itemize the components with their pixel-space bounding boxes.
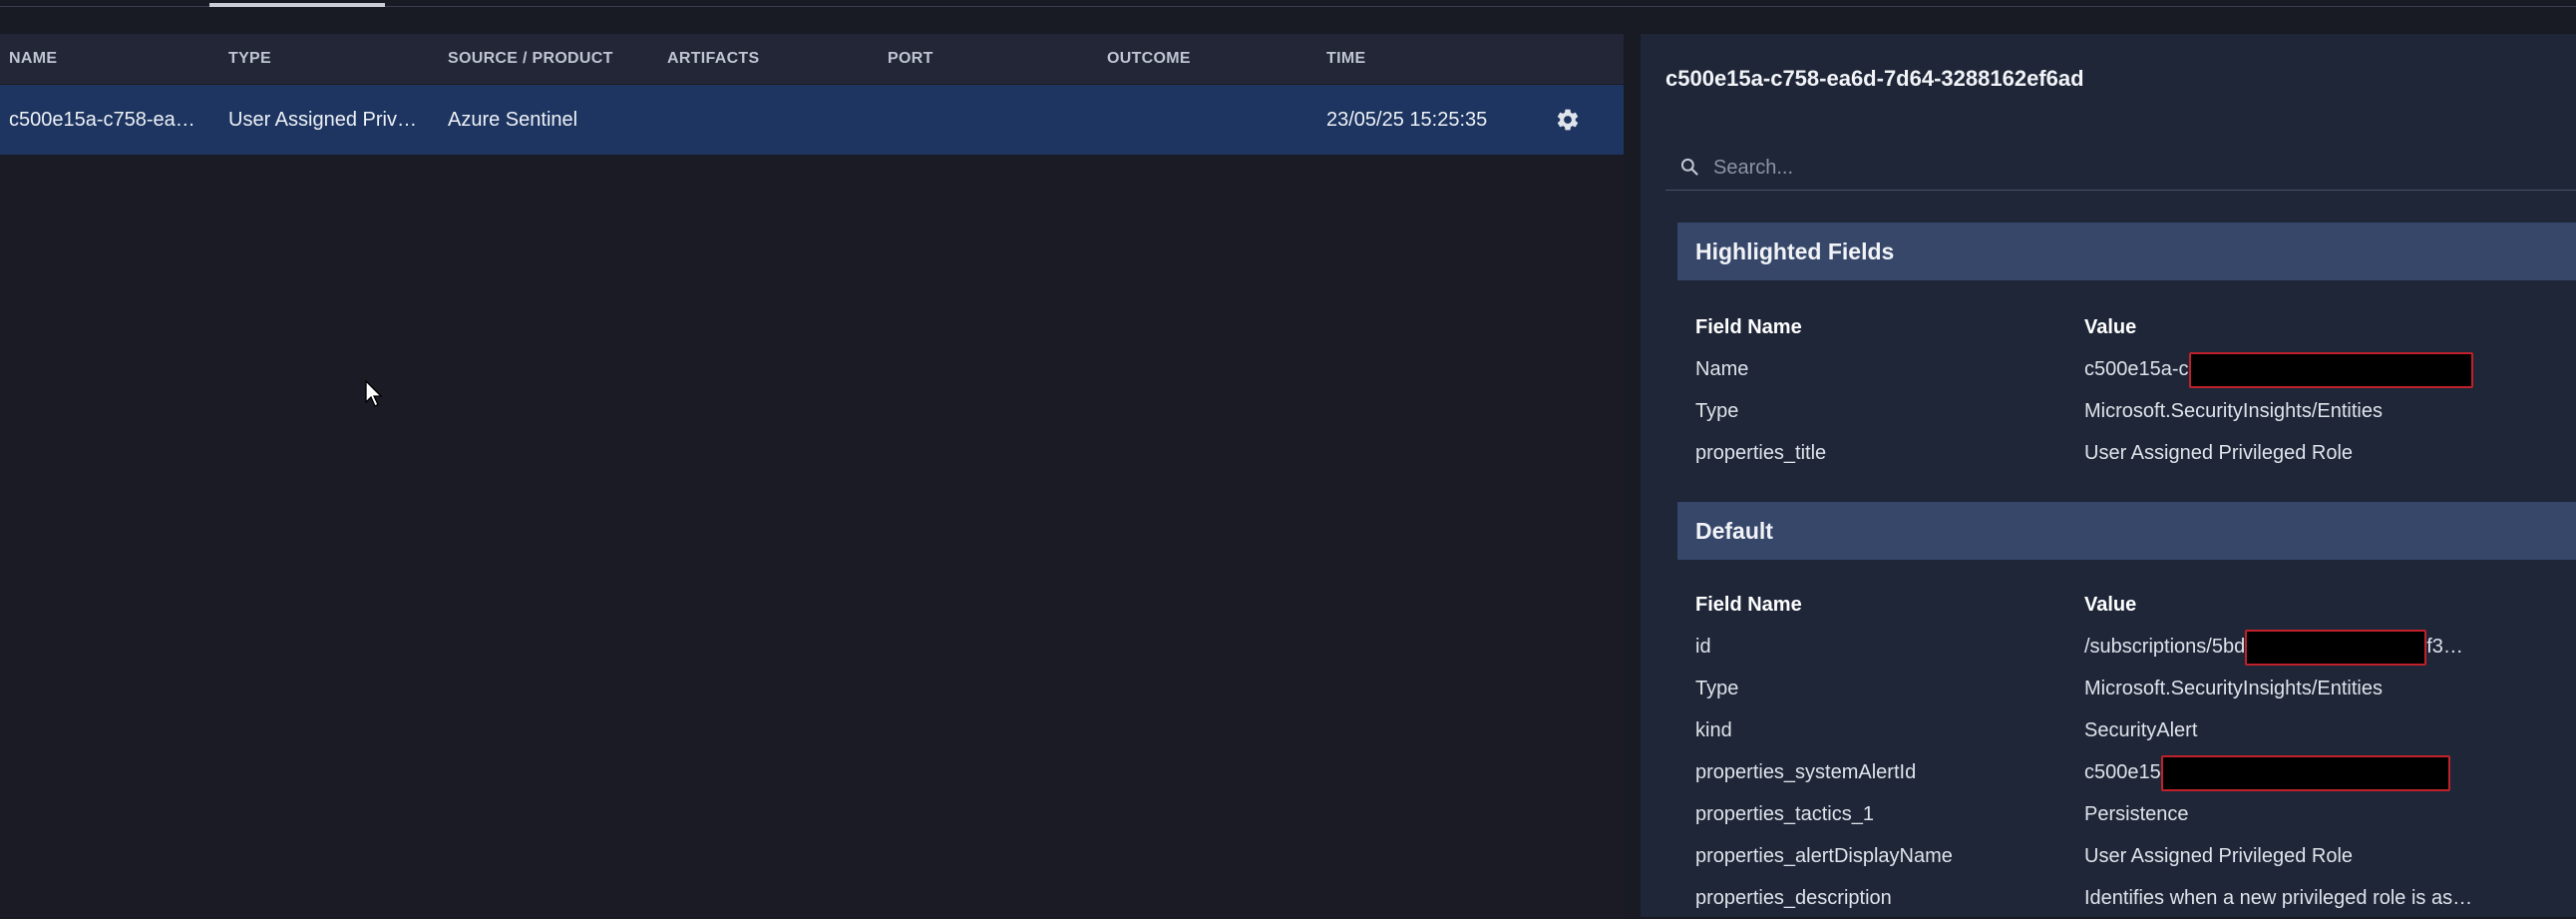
field-row: Type Microsoft.SecurityInsights/Entities (1677, 668, 2576, 709)
events-table: NAME TYPE SOURCE / PRODUCT ARTIFACTS POR… (0, 34, 1624, 917)
section-header-default[interactable]: Default (1677, 502, 2576, 560)
field-row: properties_systemAlertId c500e15 (1677, 751, 2576, 793)
field-name: properties_systemAlertId (1695, 761, 1917, 783)
field-row: properties_description Identifies when a… (1677, 877, 2576, 919)
field-name-header: Field Name (1695, 316, 1802, 338)
cell-type: User Assigned Priv… (228, 109, 417, 131)
field-row: Type Microsoft.SecurityInsights/Entities (1677, 390, 2576, 432)
cell-port (888, 85, 1087, 155)
field-name: properties_title (1695, 442, 1827, 464)
field-name: Name (1695, 358, 1749, 380)
column-header-type[interactable]: TYPE (228, 34, 271, 84)
field-name: Type (1695, 678, 1739, 699)
cell-time: 23/05/25 15:25:35 (1326, 109, 1488, 131)
field-name: properties_description (1695, 887, 1892, 909)
field-row: Name c500e15a-c (1677, 348, 2576, 390)
section-header-highlighted-fields[interactable]: Highlighted Fields (1677, 223, 2576, 280)
field-name: properties_tactics_1 (1695, 803, 1874, 825)
section-title: Default (1695, 518, 1773, 544)
detail-panel: c500e15a-c758-ea6d-7d64-3288162ef6ad Hig… (1641, 34, 2576, 917)
cell-artifacts (667, 85, 867, 155)
highlighted-fields-table: Field Name Value Name c500e15a-c Type Mi… (1677, 306, 2576, 474)
column-header-port[interactable]: PORT (888, 34, 933, 84)
column-header-time[interactable]: TIME (1326, 34, 1365, 84)
field-row: properties_alertDisplayName User Assigne… (1677, 835, 2576, 877)
section-title: Highlighted Fields (1695, 238, 1895, 264)
field-table-header: Field Name Value (1677, 306, 2576, 348)
redaction-box (2245, 629, 2427, 666)
detail-title: c500e15a-c758-ea6d-7d64-3288162ef6ad (1665, 66, 2084, 91)
field-value-text: c500e15 (2084, 761, 2161, 783)
field-value: Microsoft.SecurityInsights/Entities (2084, 678, 2383, 699)
cell-source: Azure Sentinel (448, 109, 578, 131)
search-icon (1680, 158, 1698, 176)
field-name: kind (1695, 719, 1732, 741)
field-value: Persistence (2084, 803, 2189, 825)
value-header: Value (2084, 594, 2137, 616)
search-input[interactable] (1711, 150, 2563, 186)
table-header: NAME TYPE SOURCE / PRODUCT ARTIFACTS POR… (0, 34, 1624, 84)
field-value: c500e15a-c (2084, 348, 2473, 390)
field-row: properties_tactics_1 Persistence (1677, 793, 2576, 835)
field-name: Type (1695, 400, 1739, 422)
field-value: User Assigned Privileged Role (2084, 442, 2354, 464)
field-value: /subscriptions/5bd f3… (2084, 626, 2463, 668)
redaction-box (2160, 754, 2450, 791)
column-header-source[interactable]: SOURCE / PRODUCT (448, 34, 613, 84)
cell-name: c500e15a-c758-ea… (9, 109, 195, 131)
field-row: properties_title User Assigned Privilege… (1677, 432, 2576, 474)
field-value: User Assigned Privileged Role (2084, 845, 2354, 867)
field-row: kind SecurityAlert (1677, 709, 2576, 751)
field-table-header: Field Name Value (1677, 584, 2576, 626)
cell-outcome (1107, 85, 1306, 155)
field-value: SecurityAlert (2084, 719, 2198, 741)
value-header: Value (2084, 316, 2137, 338)
column-header-name[interactable]: NAME (9, 34, 57, 84)
gear-icon[interactable] (1555, 107, 1581, 133)
field-value: c500e15 (2084, 751, 2450, 793)
field-row: id /subscriptions/5bd f3… (1677, 626, 2576, 668)
column-header-artifacts[interactable]: ARTIFACTS (667, 34, 759, 84)
default-fields-table: Field Name Value id /subscriptions/5bd f3… (1677, 584, 2576, 919)
mouse-pointer-icon (365, 380, 383, 407)
active-tab-indicator (209, 3, 385, 7)
table-row[interactable]: c500e15a-c758-ea… User Assigned Priv… Az… (0, 85, 1624, 155)
field-value-text: /subscriptions/5bd (2084, 636, 2246, 658)
field-value: Identifies when a new privileged role is… (2084, 887, 2473, 909)
redaction-box (2188, 351, 2473, 388)
field-name: id (1695, 636, 1711, 658)
field-value: Microsoft.SecurityInsights/Entities (2084, 400, 2383, 422)
column-header-outcome[interactable]: OUTCOME (1107, 34, 1191, 84)
top-tab-strip (0, 0, 2576, 34)
search-box (1665, 144, 2576, 191)
field-value-text: c500e15a-c (2084, 358, 2189, 380)
tab-strip-divider (0, 6, 2576, 7)
field-name: properties_alertDisplayName (1695, 845, 1953, 867)
field-name-header: Field Name (1695, 594, 1802, 616)
field-value-suffix: f3… (2426, 636, 2463, 658)
